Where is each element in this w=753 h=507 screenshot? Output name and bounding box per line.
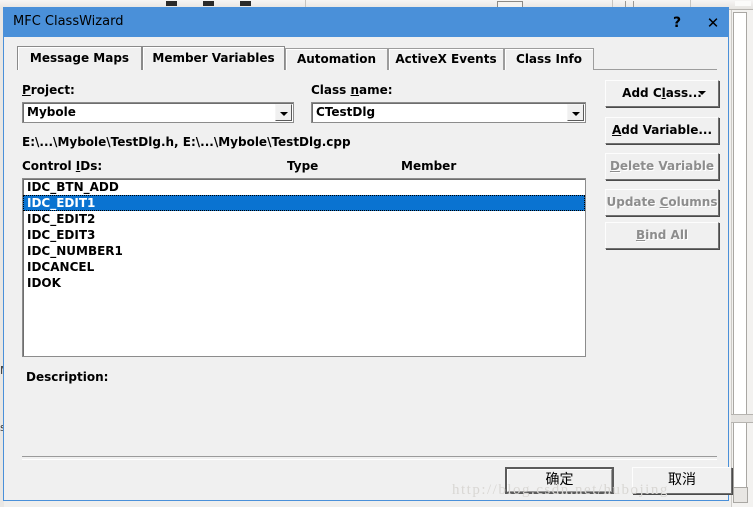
ok-button-label: 确定 <box>507 469 612 492</box>
tabstrip: Message Maps Member Variables Automation… <box>17 46 717 72</box>
ok-button[interactable]: 确定 <box>505 467 614 494</box>
toolbar-spacer <box>735 1 751 6</box>
update-columns-label: Update Columns <box>606 195 718 209</box>
dialog-title-bar[interactable]: MFC ClassWizard ? ✕ <box>4 8 728 37</box>
class-name-combo[interactable]: CTestDlg <box>311 102 586 123</box>
list-item[interactable]: IDCANCEL <box>23 259 585 275</box>
class-name-label: Class name: <box>311 83 393 97</box>
add-class-button[interactable]: Add Class... <box>605 80 719 107</box>
close-icon[interactable]: ✕ <box>700 11 726 35</box>
list-item[interactable]: IDC_EDIT1 <box>23 195 585 211</box>
list-item[interactable]: IDC_EDIT3 <box>23 227 585 243</box>
update-columns-button[interactable]: Update Columns <box>605 189 719 216</box>
tab-automation[interactable]: Automation <box>285 48 388 70</box>
tab-label: Class Info <box>516 52 582 66</box>
project-combo[interactable]: Mybole <box>22 102 294 123</box>
toolbar-mark <box>166 1 177 6</box>
column-header-control-ids: Control IDs: <box>22 159 103 173</box>
description-area <box>22 366 717 459</box>
project-label: Project: <box>22 83 75 97</box>
toolbar-mark <box>240 1 251 6</box>
background-splitter[interactable] <box>731 414 753 423</box>
chevron-down-icon[interactable] <box>698 91 706 95</box>
tab-label: Automation <box>296 52 377 66</box>
active-tab-mask <box>17 70 717 72</box>
column-header-member: Member <box>401 159 457 173</box>
tab-label: Member Variables <box>152 51 275 65</box>
delete-variable-button[interactable]: Delete Variable <box>605 153 719 180</box>
dialog-separator <box>22 456 717 460</box>
tab-label: ActiveX Events <box>395 52 497 66</box>
tab-message-maps[interactable]: Message Maps <box>17 46 142 72</box>
help-icon[interactable]: ? <box>664 11 690 35</box>
class-name-combo-value: CTestDlg <box>316 105 376 119</box>
description-label: Description: <box>26 370 109 384</box>
background-scroll-button[interactable] <box>733 487 748 503</box>
dialog-title: MFC ClassWizard <box>13 14 124 29</box>
toolbar-mark <box>203 1 214 6</box>
tab-class-info[interactable]: Class Info <box>504 48 594 70</box>
list-item[interactable]: IDOK <box>23 275 585 291</box>
add-variable-button[interactable]: Add Variable... <box>605 117 719 144</box>
list-item[interactable]: IDC_NUMBER1 <box>23 243 585 259</box>
control-ids-listbox[interactable]: IDC_BTN_ADD IDC_EDIT1 IDC_EDIT2 IDC_EDIT… <box>22 178 586 357</box>
list-item[interactable]: IDC_BTN_ADD <box>23 179 585 195</box>
add-class-label: Add Class... <box>622 86 702 100</box>
chevron-down-icon[interactable] <box>567 104 584 121</box>
tab-label: Message Maps <box>29 51 130 65</box>
bind-all-button[interactable]: Bind All <box>605 222 719 249</box>
cancel-button[interactable]: 取消 <box>632 467 732 494</box>
column-header-type: Type <box>287 159 319 173</box>
add-variable-label: Add Variable... <box>611 123 713 137</box>
delete-variable-label: Delete Variable <box>609 159 715 173</box>
project-combo-value: Mybole <box>27 105 76 119</box>
list-item[interactable]: IDC_EDIT2 <box>23 211 585 227</box>
mfc-classwizard-dialog: MFC ClassWizard ? ✕ Message Maps Member … <box>3 7 732 501</box>
bind-all-label: Bind All <box>635 228 689 242</box>
source-file-path: E:\...\Mybole\TestDlg.h, E:\...\Mybole\T… <box>22 135 351 149</box>
chevron-down-icon[interactable] <box>275 104 292 121</box>
tab-member-variables[interactable]: Member Variables <box>142 46 285 72</box>
tab-activex-events[interactable]: ActiveX Events <box>388 48 504 70</box>
